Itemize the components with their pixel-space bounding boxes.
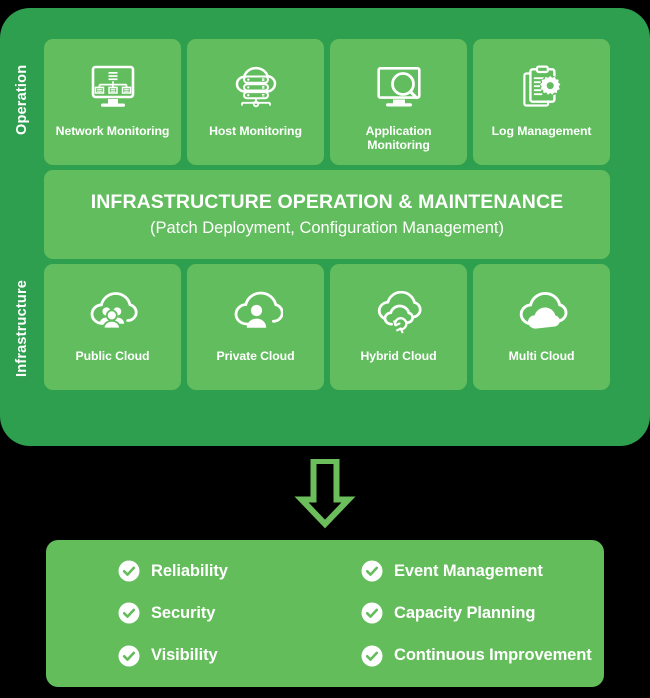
operation-tile-row: Network Monitoring Host Monitoring Appli…	[44, 39, 610, 165]
benefit-label: Continuous Improvement	[394, 646, 592, 665]
check-circle-icon	[361, 560, 383, 582]
down-arrow-icon	[289, 458, 361, 531]
clipboard-gear-icon	[513, 59, 571, 117]
multi-cloud-icon	[513, 284, 571, 342]
tile-public-cloud[interactable]: Public Cloud	[44, 264, 181, 390]
infrastructure-stack-panel: Operation Infrastructure Network Monitor…	[0, 8, 650, 446]
tile-multi-cloud[interactable]: Multi Cloud	[473, 264, 610, 390]
benefit-label: Capacity Planning	[394, 603, 536, 622]
tile-label: Private Cloud	[216, 349, 295, 363]
infrastructure-operation-banner: INFRASTRUCTURE OPERATION & MAINTENANCE (…	[44, 170, 610, 259]
benefits-panel: Reliability Event Management Security Ca…	[46, 540, 604, 687]
tile-private-cloud[interactable]: Private Cloud	[187, 264, 324, 390]
cloud-sync-icon	[370, 284, 428, 342]
check-circle-icon	[118, 602, 140, 624]
network-monitor-icon	[84, 59, 142, 117]
diagram-root: Operation Infrastructure Network Monitor…	[0, 0, 650, 698]
tile-label: Public Cloud	[75, 349, 150, 363]
tile-application-monitoring[interactable]: Application Monitoring	[330, 39, 467, 165]
benefit-label: Reliability	[151, 561, 228, 580]
benefit-item[interactable]: Reliability	[118, 550, 361, 592]
tile-label: Multi Cloud	[508, 349, 575, 363]
tile-hybrid-cloud[interactable]: Hybrid Cloud	[330, 264, 467, 390]
tile-host-monitoring[interactable]: Host Monitoring	[187, 39, 324, 165]
tile-label: Network Monitoring	[55, 124, 170, 138]
check-circle-icon	[361, 645, 383, 667]
side-label-infrastructure: Infrastructure	[14, 279, 30, 377]
check-circle-icon	[361, 602, 383, 624]
infrastructure-tile-row: Public Cloud Private Cloud Hybrid Cloud …	[44, 264, 610, 390]
benefit-item[interactable]: Capacity Planning	[361, 592, 604, 634]
cloud-person-icon	[227, 284, 285, 342]
benefit-item[interactable]: Visibility	[118, 635, 361, 677]
cloud-server-icon	[227, 59, 285, 117]
benefit-item[interactable]: Event Management	[361, 550, 604, 592]
banner-title: INFRASTRUCTURE OPERATION & MAINTENANCE	[90, 191, 564, 214]
tile-label: Host Monitoring	[209, 124, 302, 138]
check-circle-icon	[118, 560, 140, 582]
monitor-magnifier-icon	[370, 59, 428, 117]
tile-label: Hybrid Cloud	[360, 349, 437, 363]
benefit-item[interactable]: Security	[118, 592, 361, 634]
benefit-item[interactable]: Continuous Improvement	[361, 635, 604, 677]
benefit-label: Security	[151, 603, 216, 622]
benefit-label: Visibility	[151, 646, 218, 665]
tile-network-monitoring[interactable]: Network Monitoring	[44, 39, 181, 165]
tile-log-management[interactable]: Log Management	[473, 39, 610, 165]
check-circle-icon	[118, 645, 140, 667]
tile-label: Application Monitoring	[365, 124, 432, 152]
banner-subtitle: (Patch Deployment, Configuration Managem…	[149, 218, 505, 237]
side-label-operation: Operation	[14, 64, 30, 136]
benefit-label: Event Management	[394, 561, 543, 580]
tile-label: Log Management	[491, 124, 592, 138]
cloud-people-icon	[84, 284, 142, 342]
